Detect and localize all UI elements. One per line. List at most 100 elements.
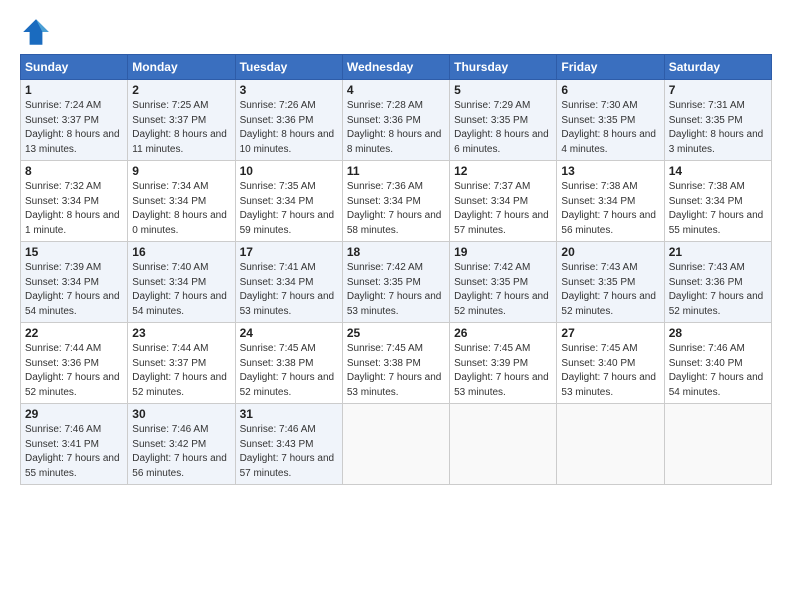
calendar-cell	[450, 404, 557, 485]
calendar-cell: 19 Sunrise: 7:42 AMSunset: 3:35 PMDayligh…	[450, 242, 557, 323]
day-number: 15	[25, 245, 123, 259]
day-number: 19	[454, 245, 552, 259]
calendar-cell: 3 Sunrise: 7:26 AMSunset: 3:36 PMDaylight…	[235, 80, 342, 161]
day-number: 22	[25, 326, 123, 340]
logo	[20, 16, 56, 48]
day-number: 26	[454, 326, 552, 340]
day-info: Sunrise: 7:44 AMSunset: 3:37 PMDaylight:…	[132, 342, 230, 400]
calendar-cell: 18 Sunrise: 7:42 AMSunset: 3:35 PMDayligh…	[342, 242, 449, 323]
day-number: 1	[25, 83, 123, 97]
day-info: Sunrise: 7:37 AMSunset: 3:34 PMDaylight:…	[454, 180, 552, 238]
day-info: Sunrise: 7:41 AMSunset: 3:34 PMDaylight:…	[240, 261, 338, 319]
day-number: 20	[561, 245, 659, 259]
day-info: Sunrise: 7:45 AMSunset: 3:40 PMDaylight:…	[561, 342, 659, 400]
day-header-saturday: Saturday	[664, 55, 771, 80]
header	[20, 16, 772, 48]
day-number: 25	[347, 326, 445, 340]
day-number: 7	[669, 83, 767, 97]
calendar-cell: 25 Sunrise: 7:45 AMSunset: 3:38 PMDayligh…	[342, 323, 449, 404]
day-info: Sunrise: 7:46 AMSunset: 3:41 PMDaylight:…	[25, 423, 123, 481]
day-info: Sunrise: 7:46 AMSunset: 3:40 PMDaylight:…	[669, 342, 767, 400]
day-number: 6	[561, 83, 659, 97]
day-number: 13	[561, 164, 659, 178]
calendar-cell: 17 Sunrise: 7:41 AMSunset: 3:34 PMDayligh…	[235, 242, 342, 323]
calendar-cell: 2Sunrise: 7:25 AMSunset: 3:37 PMDaylight…	[128, 80, 235, 161]
day-header-friday: Friday	[557, 55, 664, 80]
day-header-sunday: Sunday	[21, 55, 128, 80]
calendar-cell	[664, 404, 771, 485]
day-number: 17	[240, 245, 338, 259]
day-number: 12	[454, 164, 552, 178]
day-number: 29	[25, 407, 123, 421]
day-number: 31	[240, 407, 338, 421]
day-info: Sunrise: 7:44 AMSunset: 3:36 PMDaylight:…	[25, 342, 123, 400]
day-number: 16	[132, 245, 230, 259]
calendar-cell: 30 Sunrise: 7:46 AMSunset: 3:42 PMDayligh…	[128, 404, 235, 485]
day-info: Sunrise: 7:39 AMSunset: 3:34 PMDaylight:…	[25, 261, 123, 319]
header-row: SundayMondayTuesdayWednesdayThursdayFrid…	[21, 55, 772, 80]
day-number: 9	[132, 164, 230, 178]
calendar-cell: 8Sunrise: 7:32 AMSunset: 3:34 PMDaylight…	[21, 161, 128, 242]
day-number: 18	[347, 245, 445, 259]
day-info: Sunrise: 7:38 AMSunset: 3:34 PMDaylight:…	[561, 180, 659, 238]
day-info: Sunrise: 7:35 AMSunset: 3:34 PMDaylight:…	[240, 180, 338, 238]
calendar-cell: 20Sunrise: 7:43 AMSunset: 3:35 PMDayligh…	[557, 242, 664, 323]
day-info: Sunrise: 7:42 AMSunset: 3:35 PMDaylight:…	[347, 261, 445, 319]
day-info: Sunrise: 7:28 AMSunset: 3:36 PMDaylight:…	[347, 99, 445, 157]
day-header-tuesday: Tuesday	[235, 55, 342, 80]
day-number: 8	[25, 164, 123, 178]
day-number: 21	[669, 245, 767, 259]
day-number: 28	[669, 326, 767, 340]
day-header-monday: Monday	[128, 55, 235, 80]
day-header-wednesday: Wednesday	[342, 55, 449, 80]
day-info: Sunrise: 7:45 AMSunset: 3:38 PMDaylight:…	[347, 342, 445, 400]
calendar-cell: 21 Sunrise: 7:43 AMSunset: 3:36 PMDayligh…	[664, 242, 771, 323]
day-info: Sunrise: 7:42 AMSunset: 3:35 PMDaylight:…	[454, 261, 552, 319]
calendar-cell: 24Sunrise: 7:45 AMSunset: 3:38 PMDayligh…	[235, 323, 342, 404]
day-info: Sunrise: 7:26 AMSunset: 3:36 PMDaylight:…	[240, 99, 338, 157]
day-info: Sunrise: 7:45 AMSunset: 3:39 PMDaylight:…	[454, 342, 552, 400]
calendar: SundayMondayTuesdayWednesdayThursdayFrid…	[20, 54, 772, 485]
page: SundayMondayTuesdayWednesdayThursdayFrid…	[0, 0, 792, 612]
day-info: Sunrise: 7:36 AMSunset: 3:34 PMDaylight:…	[347, 180, 445, 238]
week-row-5: 29 Sunrise: 7:46 AMSunset: 3:41 PMDayligh…	[21, 404, 772, 485]
day-number: 5	[454, 83, 552, 97]
calendar-cell: 22 Sunrise: 7:44 AMSunset: 3:36 PMDayligh…	[21, 323, 128, 404]
day-number: 14	[669, 164, 767, 178]
calendar-cell: 11 Sunrise: 7:36 AMSunset: 3:34 PMDayligh…	[342, 161, 449, 242]
day-info: Sunrise: 7:46 AMSunset: 3:42 PMDaylight:…	[132, 423, 230, 481]
day-info: Sunrise: 7:38 AMSunset: 3:34 PMDaylight:…	[669, 180, 767, 238]
day-number: 3	[240, 83, 338, 97]
week-row-1: 1 Sunrise: 7:24 AMSunset: 3:37 PMDaylight…	[21, 80, 772, 161]
calendar-cell: 6 Sunrise: 7:30 AMSunset: 3:35 PMDaylight…	[557, 80, 664, 161]
calendar-cell: 28 Sunrise: 7:46 AMSunset: 3:40 PMDayligh…	[664, 323, 771, 404]
calendar-header: SundayMondayTuesdayWednesdayThursdayFrid…	[21, 55, 772, 80]
day-number: 4	[347, 83, 445, 97]
calendar-cell: 14 Sunrise: 7:38 AMSunset: 3:34 PMDayligh…	[664, 161, 771, 242]
calendar-cell	[342, 404, 449, 485]
day-info: Sunrise: 7:30 AMSunset: 3:35 PMDaylight:…	[561, 99, 659, 157]
calendar-cell: 10Sunrise: 7:35 AMSunset: 3:34 PMDayligh…	[235, 161, 342, 242]
calendar-cell: 26 Sunrise: 7:45 AMSunset: 3:39 PMDayligh…	[450, 323, 557, 404]
week-row-4: 22 Sunrise: 7:44 AMSunset: 3:36 PMDayligh…	[21, 323, 772, 404]
calendar-cell: 15 Sunrise: 7:39 AMSunset: 3:34 PMDayligh…	[21, 242, 128, 323]
calendar-cell	[557, 404, 664, 485]
calendar-cell: 27 Sunrise: 7:45 AMSunset: 3:40 PMDayligh…	[557, 323, 664, 404]
day-info: Sunrise: 7:31 AMSunset: 3:35 PMDaylight:…	[669, 99, 767, 157]
day-number: 27	[561, 326, 659, 340]
day-info: Sunrise: 7:29 AMSunset: 3:35 PMDaylight:…	[454, 99, 552, 157]
day-info: Sunrise: 7:24 AMSunset: 3:37 PMDaylight:…	[25, 99, 123, 157]
calendar-cell: 7 Sunrise: 7:31 AMSunset: 3:35 PMDaylight…	[664, 80, 771, 161]
calendar-body: 1 Sunrise: 7:24 AMSunset: 3:37 PMDaylight…	[21, 80, 772, 485]
day-info: Sunrise: 7:43 AMSunset: 3:36 PMDaylight:…	[669, 261, 767, 319]
day-number: 11	[347, 164, 445, 178]
day-info: Sunrise: 7:45 AMSunset: 3:38 PMDaylight:…	[240, 342, 338, 400]
day-header-thursday: Thursday	[450, 55, 557, 80]
week-row-2: 8Sunrise: 7:32 AMSunset: 3:34 PMDaylight…	[21, 161, 772, 242]
day-info: Sunrise: 7:34 AMSunset: 3:34 PMDaylight:…	[132, 180, 230, 238]
calendar-cell: 31Sunrise: 7:46 AMSunset: 3:43 PMDayligh…	[235, 404, 342, 485]
calendar-cell: 1 Sunrise: 7:24 AMSunset: 3:37 PMDaylight…	[21, 80, 128, 161]
day-number: 23	[132, 326, 230, 340]
day-number: 30	[132, 407, 230, 421]
calendar-cell: 13 Sunrise: 7:38 AMSunset: 3:34 PMDayligh…	[557, 161, 664, 242]
